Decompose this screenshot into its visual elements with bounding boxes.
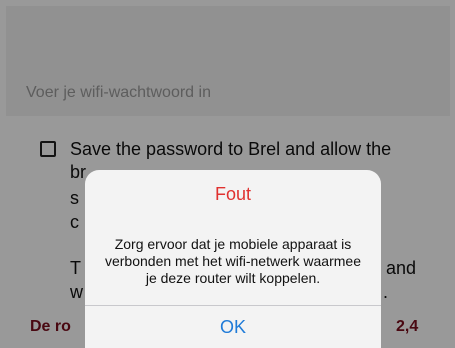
alert-title: Fout [214, 184, 252, 204]
error-alert: Fout Zorg ervoor dat je mobiele apparaat… [85, 170, 381, 348]
ok-button[interactable]: OK [85, 306, 381, 348]
alert-message: Zorg ervoor dat je mobiele apparaat is v… [104, 236, 361, 286]
